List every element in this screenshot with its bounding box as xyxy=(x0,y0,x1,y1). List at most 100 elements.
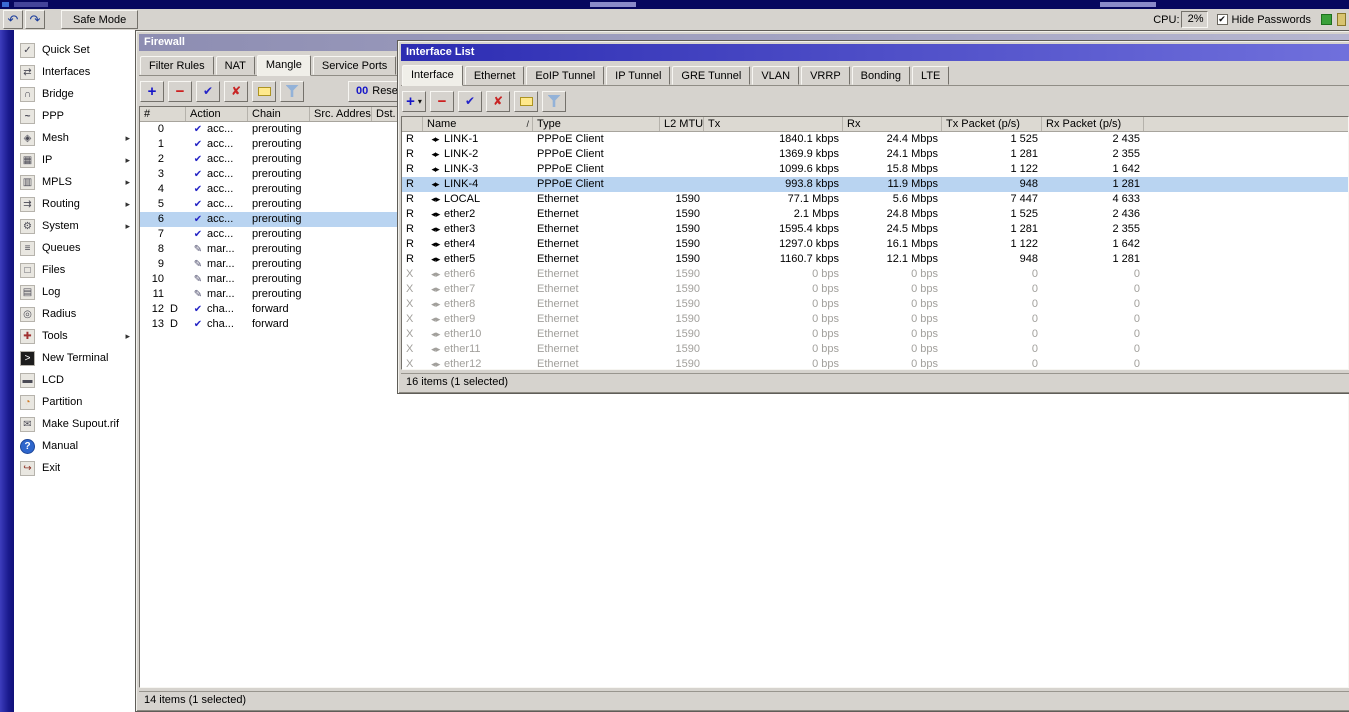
sidebar-item-system[interactable]: System ▸ xyxy=(14,215,135,237)
interface-list-tab-ethernet[interactable]: Ethernet xyxy=(464,66,525,85)
interface-row[interactable]: R LINK-1 PPPoE Client 1840.1 kbps 24.4 Mbps 1… xyxy=(402,132,1348,147)
interface-row[interactable]: R LINK-4 PPPoE Client 993.8 kbps 11.9 Mbps 94… xyxy=(402,177,1348,192)
interface-col-tx[interactable]: Tx xyxy=(704,117,843,131)
interface-list-tab-interface[interactable]: Interface xyxy=(402,65,463,86)
interface-list-tab-ip-tunnel[interactable]: IP Tunnel xyxy=(606,66,671,85)
sidebar-item-ip[interactable]: IP ▸ xyxy=(14,149,135,171)
interface-row[interactable]: Xether8 Ethernet 1590 0 bps 0 bps 0 0 xyxy=(402,297,1348,312)
interface-row[interactable]: Xether12 Ethernet 1590 0 bps 0 bps 0 0 xyxy=(402,357,1348,369)
interface-col-tx-packet-p-s[interactable]: Tx Packet (p/s) xyxy=(942,117,1042,131)
sidebar-item-manual[interactable]: Manual xyxy=(14,435,135,457)
interface-row[interactable]: Rether3 Ethernet 1590 1595.4 kbps 24.5 Mbps 1… xyxy=(402,222,1348,237)
ethernet-icon xyxy=(427,252,443,267)
sidebar-item-mpls[interactable]: MPLS ▸ xyxy=(14,171,135,193)
comment-button[interactable] xyxy=(514,90,538,112)
interface-col-flag[interactable] xyxy=(402,117,423,131)
interface-row[interactable]: Rether5 Ethernet 1590 1160.7 kbps 12.1 Mbps 9… xyxy=(402,252,1348,267)
quick-set-icon xyxy=(20,42,35,58)
firewall-tab-filter-rules[interactable]: Filter Rules xyxy=(140,56,214,75)
firewall-tab-service-ports[interactable]: Service Ports xyxy=(312,56,397,75)
safe-mode-button[interactable]: Safe Mode xyxy=(61,10,139,29)
sidebar-item-interfaces[interactable]: Interfaces xyxy=(14,61,135,83)
interface-name-cell: LOCAL xyxy=(423,192,533,207)
interface-type-cell: Ethernet xyxy=(537,223,579,235)
sidebar-item-mesh[interactable]: Mesh ▸ xyxy=(14,127,135,149)
interface-row[interactable]: Xether7 Ethernet 1590 0 bps 0 bps 0 0 xyxy=(402,282,1348,297)
sidebar-item-lcd[interactable]: LCD xyxy=(14,369,135,391)
interface-list-tab-gre-tunnel[interactable]: GRE Tunnel xyxy=(672,66,751,85)
sidebar-item-new-terminal[interactable]: New Terminal xyxy=(14,347,135,369)
sidebar-item-tools[interactable]: Tools ▸ xyxy=(14,325,135,347)
interface-row[interactable]: R LINK-2 PPPoE Client 1369.9 kbps 24.1 Mbps 1… xyxy=(402,147,1348,162)
enable-button[interactable] xyxy=(458,90,482,112)
sidebar-menu: Quick SetInterfacesBridgePPPMesh▸IP▸MPLS… xyxy=(14,30,135,712)
enable-icon xyxy=(203,84,213,98)
comment-button[interactable] xyxy=(252,80,276,102)
bridge-icon xyxy=(20,86,35,102)
filter-button[interactable] xyxy=(280,80,304,102)
firewall-col-action[interactable]: Action xyxy=(186,107,248,121)
interface-row[interactable]: Xether10 Ethernet 1590 0 bps 0 bps 0 0 xyxy=(402,327,1348,342)
make-supout-rif-icon xyxy=(20,416,35,432)
interface-type-cell: Ethernet xyxy=(537,238,579,250)
interface-table-rows: R LINK-1 PPPoE Client 1840.1 kbps 24.4 Mbps 1… xyxy=(402,132,1348,369)
disable-button[interactable] xyxy=(486,90,510,112)
interface-row[interactable]: Xether6 Ethernet 1590 0 bps 0 bps 0 0 xyxy=(402,267,1348,282)
firewall-tab-nat[interactable]: NAT xyxy=(215,56,255,75)
redo-button[interactable] xyxy=(25,10,45,29)
rule-number: 9 xyxy=(157,258,164,270)
interface-row[interactable]: Rether4 Ethernet 1590 1297.0 kbps 16.1 Mbps 1… xyxy=(402,237,1348,252)
sidebar-item-radius[interactable]: Radius xyxy=(14,303,135,325)
sidebar-item-make-supout-rif[interactable]: Make Supout.rif xyxy=(14,413,135,435)
checkbox-icon[interactable] xyxy=(1216,14,1228,25)
interface-list-tab-bonding[interactable]: Bonding xyxy=(851,66,911,85)
rule-number: 12 xyxy=(151,303,164,315)
firewall-col-chain[interactable]: Chain xyxy=(248,107,310,121)
interface-col-rx[interactable]: Rx xyxy=(843,117,942,131)
sidebar-item-ppp[interactable]: PPP xyxy=(14,105,135,127)
sidebar-item-queues[interactable]: Queues xyxy=(14,237,135,259)
firewall-col-src-address[interactable]: Src. Address xyxy=(310,107,372,121)
remove-button[interactable] xyxy=(168,80,192,102)
interface-type-cell: PPPoE Client xyxy=(537,163,604,175)
sidebar-item-quick-set[interactable]: Quick Set xyxy=(14,39,135,61)
remove-button[interactable] xyxy=(430,90,454,112)
sidebar-item-log[interactable]: Log xyxy=(14,281,135,303)
interface-row-filler xyxy=(1144,327,1348,342)
interface-list-titlebar[interactable]: Interface List xyxy=(401,44,1349,61)
interface-list-tab-eoip-tunnel[interactable]: EoIP Tunnel xyxy=(526,66,605,85)
interface-rx-cell: 15.8 Mbps xyxy=(886,163,938,175)
interface-list-tab-lte[interactable]: LTE xyxy=(912,66,950,85)
hide-passwords-toggle[interactable]: Hide Passwords xyxy=(1216,14,1311,26)
interface-row[interactable]: Rether2 Ethernet 1590 2.1 Mbps 24.8 Mbps 1 52… xyxy=(402,207,1348,222)
interface-row[interactable]: Xether11 Ethernet 1590 0 bps 0 bps 0 0 xyxy=(402,342,1348,357)
interface-col-l2-mtu[interactable]: L2 MTU xyxy=(660,117,704,131)
interface-col-type[interactable]: Type xyxy=(533,117,660,131)
firewall-col-c0[interactable]: # xyxy=(140,107,186,121)
ethernet-icon xyxy=(427,297,443,312)
interface-list-tab-vlan[interactable]: VLAN xyxy=(752,66,800,85)
sidebar-item-partition[interactable]: Partition xyxy=(14,391,135,413)
sidebar-item-bridge[interactable]: Bridge xyxy=(14,83,135,105)
interface-col-name[interactable]: Name / xyxy=(423,117,533,131)
filter-button[interactable] xyxy=(542,90,566,112)
disable-button[interactable] xyxy=(224,80,248,102)
sidebar-item-files[interactable]: Files xyxy=(14,259,135,281)
undo-button[interactable] xyxy=(3,10,23,29)
add-button[interactable] xyxy=(140,80,164,102)
interface-l2mtu-cell: 1590 xyxy=(675,208,700,220)
interface-col-rx-packet-p-s[interactable]: Rx Packet (p/s) xyxy=(1042,117,1144,131)
interface-row[interactable]: Xether9 Ethernet 1590 0 bps 0 bps 0 0 xyxy=(402,312,1348,327)
ppp-icon xyxy=(20,108,35,124)
add-dropdown-button[interactable] xyxy=(402,90,426,112)
sidebar-item-exit[interactable]: Exit xyxy=(14,457,135,479)
disable-icon xyxy=(231,84,241,98)
enable-button[interactable] xyxy=(196,80,220,102)
interface-tx-cell: 0 bps xyxy=(812,313,839,325)
interface-list-tab-vrrp[interactable]: VRRP xyxy=(801,66,850,85)
firewall-tab-mangle[interactable]: Mangle xyxy=(256,55,311,76)
mesh-icon xyxy=(20,130,35,146)
sidebar-item-routing[interactable]: Routing ▸ xyxy=(14,193,135,215)
interface-row[interactable]: R LINK-3 PPPoE Client 1099.6 kbps 15.8 Mbps 1… xyxy=(402,162,1348,177)
interface-row[interactable]: R LOCAL Ethernet 1590 77.1 Mbps 5.6 Mbps 7 447… xyxy=(402,192,1348,207)
